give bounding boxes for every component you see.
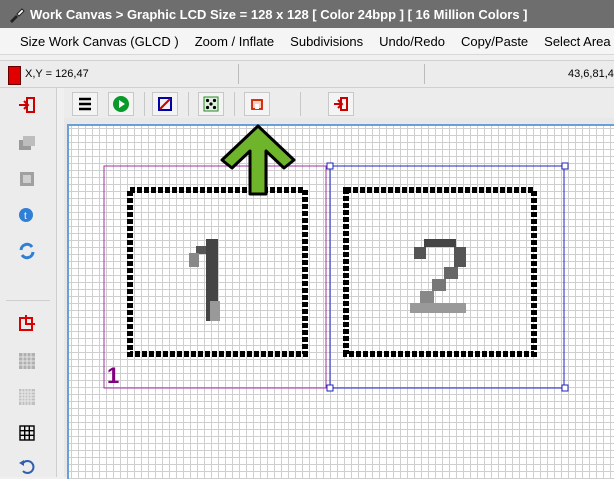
pixel-box-2 [343,187,537,357]
toolbar-separator [144,92,145,116]
work-canvas[interactable]: 1 [67,124,614,479]
refresh-icon[interactable] [16,240,38,262]
menu-undo-redo[interactable]: Undo/Redo [375,34,457,49]
svg-text:t: t [24,211,27,222]
arrow-up-icon [220,124,296,196]
menu-bar: Size Work Canvas (GLCD ) Zoom / Inflate … [0,28,614,55]
import-icon[interactable] [16,94,38,116]
menu-zoom-inflate[interactable]: Zoom / Inflate [191,34,286,49]
undo-icon[interactable] [16,454,38,476]
crop-icon[interactable] [16,312,38,334]
stack-icon[interactable] [16,132,38,154]
pixel-digit-2 [410,239,466,313]
menu-copy-paste[interactable]: Copy/Paste [457,34,540,49]
selection-handle[interactable] [561,384,569,392]
toolbar-separator [234,92,235,116]
import-icon[interactable] [328,92,354,116]
pixel-digit-1 [189,239,220,321]
coords-readout: X,Y = 126,47 [25,68,89,80]
status-bar: X,Y = 126,47 43,6,81,4 [0,60,614,88]
menu-icon[interactable] [72,92,98,116]
crop-icon[interactable] [152,92,178,116]
dice-icon[interactable] [198,92,224,116]
canvas-toolbar [64,88,614,118]
square-icon[interactable] [16,168,38,190]
selection-handle[interactable] [561,162,569,170]
title-bar: Work Canvas > Graphic LCD Size = 128 x 1… [0,0,614,28]
status-separator [424,64,425,84]
grid-icon[interactable] [16,422,38,444]
grid-icon[interactable] [16,386,38,408]
menu-select-area[interactable]: Select Area [540,34,614,49]
status-separator [238,64,239,84]
clip-icon[interactable] [244,92,270,116]
toolbar-separator [188,92,189,116]
rotate-icon[interactable]: t [16,204,38,226]
app-icon [10,8,25,23]
selection-handle[interactable] [326,384,334,392]
color-swatch[interactable] [8,66,21,85]
left-toolbar: t [0,88,57,477]
canvas-drawing: 1 [103,162,569,392]
region-label: 1 [107,363,119,388]
sidebar-divider [6,300,50,301]
selection-handle[interactable] [326,162,334,170]
window-title: Work Canvas > Graphic LCD Size = 128 x 1… [30,6,528,22]
rgb-readout: 43,6,81,4 [568,68,614,80]
menu-size-work-canvas[interactable]: Size Work Canvas (GLCD ) [16,34,191,49]
grid-icon[interactable] [16,350,38,372]
play-icon[interactable] [108,92,134,116]
menu-subdivisions[interactable]: Subdivisions [286,34,375,49]
toolbar-separator [300,92,301,116]
